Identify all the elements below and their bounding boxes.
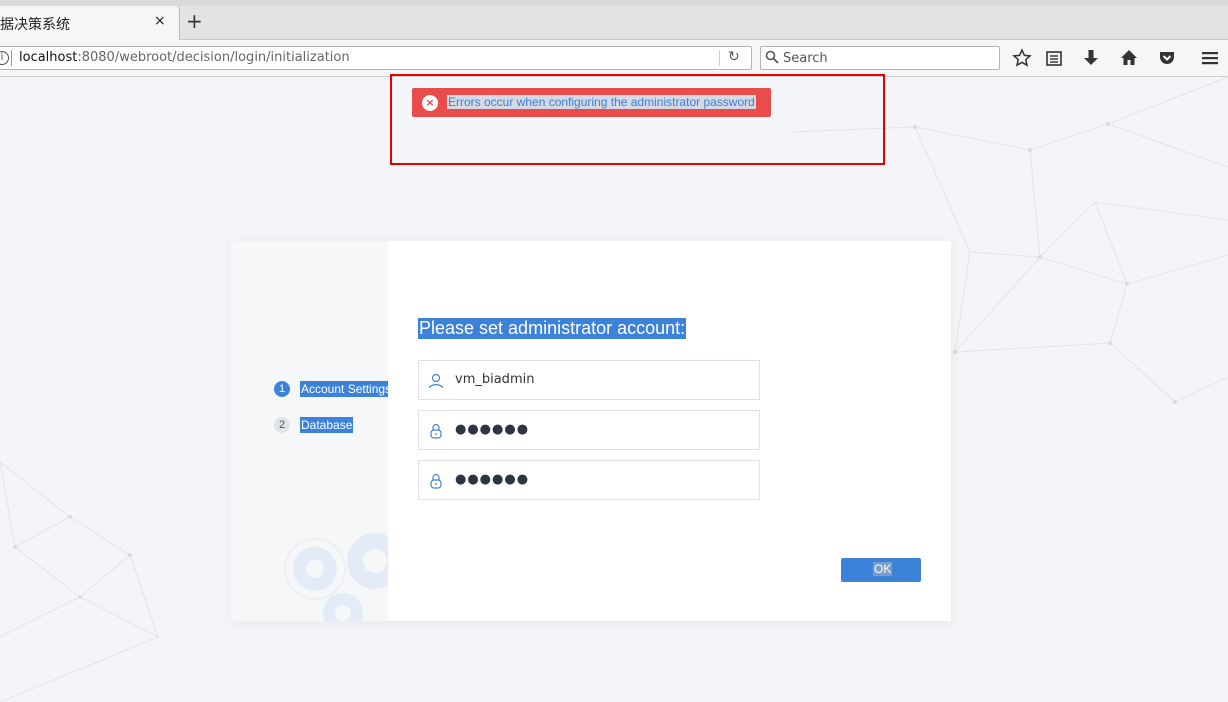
password-field[interactable]: ●●●●●● xyxy=(418,410,760,450)
search-bar[interactable] xyxy=(760,46,1000,70)
reading-list-icon[interactable] xyxy=(1044,48,1064,68)
new-tab-icon[interactable]: + xyxy=(186,9,203,33)
browser-nav-bar: i localhost:8080/webroot/decision/login/… xyxy=(0,40,1228,77)
username-value: vm_biadmin xyxy=(455,372,535,387)
step-number: 2 xyxy=(274,417,290,433)
error-icon: × xyxy=(422,95,438,111)
site-info-icon[interactable]: i xyxy=(0,51,9,65)
username-field[interactable]: vm_biadmin xyxy=(418,360,760,400)
reload-separator xyxy=(719,50,720,66)
pocket-icon[interactable] xyxy=(1157,48,1177,68)
search-input[interactable] xyxy=(783,49,993,67)
tab-close-icon[interactable]: × xyxy=(154,13,166,29)
user-icon xyxy=(428,373,444,389)
setup-dialog: 1 Account Settings 2 Database Please set… xyxy=(231,241,951,621)
home-icon[interactable] xyxy=(1119,48,1139,68)
menu-icon[interactable] xyxy=(1200,48,1220,68)
browser-tab-bar: 据决策系统 × + xyxy=(0,0,1228,40)
confirm-password-value: ●●●●●● xyxy=(455,472,530,487)
lock-icon xyxy=(430,473,442,489)
url-separator xyxy=(11,50,12,66)
setup-steps-sidebar: 1 Account Settings 2 Database xyxy=(231,241,388,621)
search-icon xyxy=(765,50,779,64)
lock-icon xyxy=(430,423,442,439)
ok-button[interactable]: OK xyxy=(841,558,921,582)
step-label: Database xyxy=(300,417,354,433)
dialog-heading: Please set administrator account: xyxy=(418,318,687,339)
address-bar[interactable]: i localhost:8080/webroot/decision/login/… xyxy=(0,46,752,70)
tab-title: 据决策系统 xyxy=(0,17,70,33)
confirm-password-field[interactable]: ●●●●●● xyxy=(418,460,760,500)
download-icon[interactable] xyxy=(1081,48,1101,68)
password-value: ●●●●●● xyxy=(455,422,530,437)
reload-icon[interactable]: ↻ xyxy=(728,49,740,65)
browser-tab[interactable]: 据决策系统 × xyxy=(0,6,180,40)
url-text[interactable]: localhost:8080/webroot/decision/login/in… xyxy=(19,50,350,65)
error-toast: × Errors occur when configuring the admi… xyxy=(412,88,771,117)
gears-illustration xyxy=(284,533,388,621)
ok-button-label: OK xyxy=(873,562,893,576)
url-host: localhost xyxy=(19,50,78,65)
step-number: 1 xyxy=(274,381,290,397)
bookmark-star-icon[interactable] xyxy=(1012,48,1032,68)
step-label: Account Settings xyxy=(300,381,388,397)
url-path: :8080/webroot/decision/login/initializat… xyxy=(77,50,350,65)
error-message: Errors occur when configuring the admini… xyxy=(447,95,756,109)
